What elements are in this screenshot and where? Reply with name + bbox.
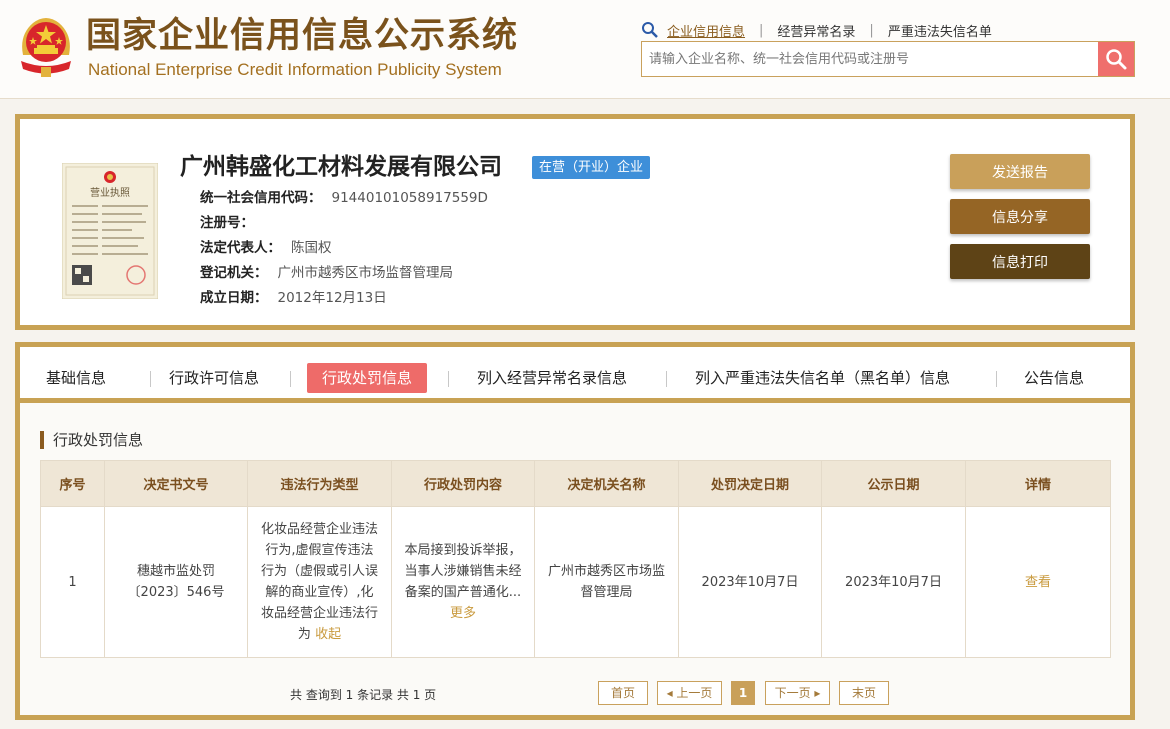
national-emblem-icon	[21, 18, 71, 77]
company-name: 广州韩盛化工材料发展有限公司	[180, 154, 502, 180]
business-license-image: 营业执照	[62, 163, 158, 299]
collapse-link[interactable]: 收起	[315, 627, 341, 642]
pager-next-button[interactable]: 下一页 ▸	[765, 681, 830, 705]
cell-penalty-content: 本局接到投诉举报，当事人涉嫌销售未经备案的国产普通化... 更多	[391, 506, 535, 658]
info-label: 法定代表人：	[200, 240, 281, 256]
tab-separator	[996, 371, 997, 387]
penalty-table: 序号 决定书文号 违法行为类型 行政处罚内容 决定机关名称 处罚决定日期 公示日…	[40, 460, 1111, 658]
magnifier-icon	[1106, 49, 1127, 70]
col-violation-type: 违法行为类型	[247, 460, 392, 507]
tab-blacklist[interactable]: 列入严重违法失信名单（黑名单）信息	[695, 363, 950, 393]
tab-basic-info[interactable]: 基础信息	[46, 363, 106, 393]
info-value: 陈国权	[291, 240, 332, 256]
pager-prev-button[interactable]: ◂ 上一页	[657, 681, 722, 705]
cell-decision-date: 2023年10月7日	[678, 506, 822, 658]
tab-admin-penalty[interactable]: 行政处罚信息	[307, 363, 428, 393]
tab-separator	[290, 371, 291, 387]
cell-violation-type: 化妆品经营企业违法行为,虚假宣传违法行为（虚假或引人误解的商业宣传）,化妆品经营…	[247, 506, 392, 658]
col-authority: 决定机关名称	[534, 460, 679, 507]
tab-abnormal-list[interactable]: 列入经营异常名录信息	[477, 363, 627, 393]
pager-first-button[interactable]: 首页	[598, 681, 648, 705]
info-reg-no: 注册号：	[200, 213, 264, 233]
info-value: 2012年12月13日	[277, 290, 387, 306]
info-credit-code: 统一社会信用代码： 91440101058917559D	[200, 188, 488, 208]
detail-panel: 基础信息 行政许可信息 行政处罚信息 列入经营异常名录信息 列入严重违法失信名单…	[15, 342, 1135, 720]
share-info-button[interactable]: 信息分享	[950, 199, 1090, 234]
info-establish-date: 成立日期： 2012年12月13日	[200, 288, 387, 308]
record-summary: 共 查询到 1 条记录 共 1 页	[290, 688, 437, 702]
info-value: 广州市越秀区市场监督管理局	[277, 265, 454, 281]
info-legal-rep: 法定代表人： 陈国权	[200, 238, 332, 258]
tab-separator	[666, 371, 667, 387]
pager-next-label: 下一页	[774, 686, 811, 700]
nav-enterprise-credit[interactable]: 企业信用信息	[667, 21, 745, 40]
info-tabs: 基础信息 行政许可信息 行政处罚信息 列入经营异常名录信息 列入严重违法失信名单…	[20, 347, 1130, 403]
table-header-row: 序号 决定书文号 违法行为类型 行政处罚内容 决定机关名称 处罚决定日期 公示日…	[40, 460, 1111, 507]
nav-blacklist[interactable]: 严重违法失信名单	[888, 21, 992, 40]
section-title: 行政处罚信息	[40, 431, 143, 449]
view-detail-link[interactable]: 查看	[1025, 575, 1051, 590]
search-button[interactable]	[1098, 42, 1134, 76]
info-label: 注册号：	[200, 215, 254, 231]
cell-publish-date: 2023年10月7日	[821, 506, 966, 658]
more-link[interactable]: 更多	[450, 606, 476, 621]
top-nav: 企业信用信息 | 经营异常名录 | 严重违法失信名单	[641, 20, 992, 40]
search-input[interactable]	[642, 42, 1098, 76]
info-value: 91440101058917559D	[331, 190, 488, 206]
violation-text: 化妆品经营企业违法行为,虚假宣传违法行为（虚假或引人误解的商业宣传）,化妆品经营…	[260, 522, 378, 642]
info-label: 成立日期：	[200, 290, 268, 306]
print-info-button[interactable]: 信息打印	[950, 244, 1090, 279]
company-card: 营业执照 广州韩盛化工材料发展有限公司 在营（开业）企业 统一社会信用代码： 91…	[15, 114, 1135, 330]
nav-separator: |	[759, 22, 764, 38]
tab-announcement[interactable]: 公告信息	[1024, 363, 1084, 393]
info-label: 统一社会信用代码：	[200, 190, 322, 206]
pager-current-page[interactable]: 1	[731, 681, 755, 705]
col-doc-no: 决定书文号	[104, 460, 248, 507]
cell-detail: 查看	[965, 506, 1111, 658]
tab-separator	[150, 371, 151, 387]
cell-authority: 广州市越秀区市场监督管理局	[534, 506, 679, 658]
site-title: 国家企业信用信息公示系统	[86, 16, 519, 56]
tab-admin-license[interactable]: 行政许可信息	[169, 363, 259, 393]
search-icon	[642, 22, 658, 38]
nav-separator: |	[869, 22, 874, 38]
pager-prev-label: 上一页	[676, 686, 713, 700]
penalty-content-text: 本局接到投诉举报，当事人涉嫌销售未经备案的国产普通化...	[404, 543, 522, 600]
col-penalty-content: 行政处罚内容	[391, 460, 535, 507]
cell-index: 1	[40, 506, 105, 658]
status-badge: 在营（开业）企业	[532, 156, 651, 179]
col-publish-date: 公示日期	[821, 460, 966, 507]
send-report-button[interactable]: 发送报告	[950, 154, 1090, 189]
tab-separator	[448, 371, 449, 387]
search-bar	[641, 41, 1135, 77]
pager-last-button[interactable]: 末页	[839, 681, 889, 705]
info-label: 登记机关：	[200, 265, 268, 281]
col-detail: 详情	[965, 460, 1111, 507]
cell-doc-no: 穗越市监处罚〔2023〕546号	[104, 506, 248, 658]
col-decision-date: 处罚决定日期	[678, 460, 822, 507]
license-title: 营业执照	[90, 186, 130, 199]
table-row: 1 穗越市监处罚〔2023〕546号 化妆品经营企业违法行为,虚假宣传违法行为（…	[40, 506, 1111, 658]
nav-abnormal-list[interactable]: 经营异常名录	[777, 21, 855, 40]
site-subtitle: National Enterprise Credit Information P…	[88, 60, 502, 79]
site-header: 国家企业信用信息公示系统 National Enterprise Credit …	[0, 0, 1170, 99]
info-registration-authority: 登记机关： 广州市越秀区市场监督管理局	[200, 263, 453, 283]
col-index: 序号	[40, 460, 105, 507]
